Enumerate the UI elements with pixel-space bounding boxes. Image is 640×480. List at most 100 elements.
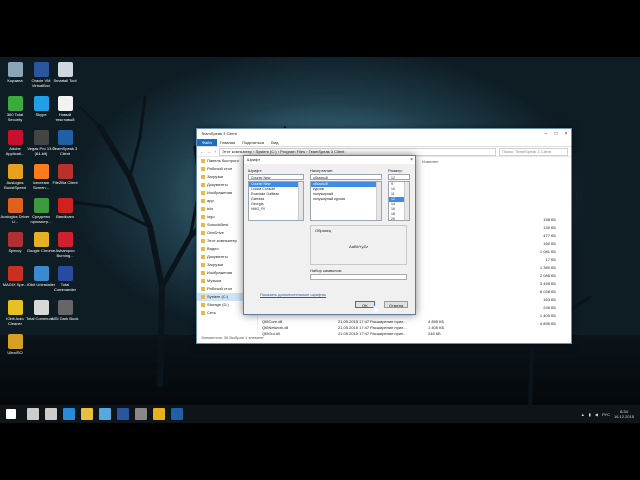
font-dialog[interactable]: Шрифт × Шрифт: Начертание: Размер: Couri… bbox=[243, 155, 416, 315]
font-name-input[interactable]: Courier New bbox=[248, 174, 304, 180]
size-list[interactable]: 9 10 11 12 14 16 18 20 bbox=[388, 181, 410, 221]
folder-icon bbox=[201, 263, 205, 267]
column-modified[interactable]: Изменен bbox=[422, 159, 438, 164]
ribbon: Файл Главная Поделиться Вид bbox=[197, 138, 571, 147]
app-icon bbox=[33, 300, 49, 315]
dialog-title-bar[interactable]: Шрифт × bbox=[244, 156, 415, 164]
app-icon bbox=[57, 130, 73, 145]
file-name: Qt5Core.dll bbox=[262, 319, 283, 324]
font-list[interactable]: Courier New Lucida Console Evanlake Galile… bbox=[248, 181, 304, 221]
tab-view[interactable]: Вид bbox=[271, 140, 278, 145]
app-icon bbox=[57, 96, 73, 111]
style-list-item[interactable]: полужирный курсив bbox=[311, 197, 381, 202]
app-icon bbox=[57, 266, 73, 281]
nav-item-label: Этот компьютер bbox=[207, 238, 237, 243]
sample-label: Образец bbox=[315, 228, 332, 233]
file-type: Расширение прил... bbox=[370, 319, 407, 324]
notification-icon[interactable]: ▲ bbox=[581, 412, 585, 417]
app-icon bbox=[7, 130, 23, 145]
start-icon[interactable] bbox=[6, 409, 16, 419]
breadcrumb-this-pc[interactable]: Этот компьютер bbox=[222, 149, 252, 154]
forward-icon[interactable]: → bbox=[207, 149, 211, 154]
app-icon bbox=[7, 198, 23, 213]
nav-item-label: Документы bbox=[207, 182, 228, 187]
app-icon bbox=[7, 300, 23, 315]
breadcrumb-system-c[interactable]: System (C:) bbox=[255, 149, 276, 154]
app-icon bbox=[7, 96, 23, 111]
chrome-icon[interactable] bbox=[153, 408, 165, 420]
tab-share[interactable]: Поделиться bbox=[242, 140, 264, 145]
style-list[interactable]: обычный курсив полужирный полужирный курсив bbox=[310, 181, 382, 221]
app-icon bbox=[7, 232, 23, 247]
charset-label: Набор символов: bbox=[310, 268, 343, 273]
desktop-icon[interactable]: Ashampoo Burning... bbox=[50, 232, 80, 258]
folder-icon bbox=[201, 295, 205, 299]
charset-select[interactable] bbox=[310, 274, 407, 280]
explorer-icon[interactable] bbox=[81, 408, 93, 420]
status-bar: Элементов: 36 Выбран 1 элемент bbox=[201, 335, 264, 340]
network-icon[interactable]: ▮ bbox=[589, 412, 591, 417]
font-size-input[interactable]: 12 bbox=[388, 174, 410, 180]
breadcrumb-teamspeak[interactable]: TeamSpeak 3 Client bbox=[309, 149, 345, 154]
app-icon bbox=[33, 130, 49, 145]
desktop-icon[interactable]: Bandicam bbox=[50, 198, 80, 219]
show-more-fonts-link[interactable]: Показать дополнительные шрифты bbox=[260, 292, 326, 297]
app-icon bbox=[33, 96, 49, 111]
app-icon bbox=[57, 300, 73, 315]
desktop-icon-label: FileZilla Client bbox=[52, 180, 78, 185]
style-list-scrollbar[interactable] bbox=[376, 182, 381, 220]
edge-icon[interactable] bbox=[63, 408, 75, 420]
nav-item-label: Сеть bbox=[207, 310, 216, 315]
desktop-icon[interactable]: FileZilla Client bbox=[50, 164, 80, 185]
language-indicator[interactable]: РУС bbox=[602, 412, 610, 417]
nav-item-label: bilo bbox=[207, 206, 214, 211]
search-input[interactable]: Поиск: TeamSpeak 3 Client bbox=[499, 147, 568, 156]
app-icon bbox=[33, 198, 49, 213]
font-list-item[interactable]: HMG_Fil bbox=[249, 207, 303, 212]
desktop-icon[interactable]: UltraISO bbox=[0, 334, 30, 355]
task-view-icon[interactable] bbox=[45, 408, 57, 420]
app-icon bbox=[57, 164, 73, 179]
game-icon[interactable] bbox=[135, 408, 147, 420]
nav-item-label: Панель быстрого bbox=[207, 158, 239, 163]
tab-home[interactable]: Главная bbox=[220, 140, 235, 145]
desktop-icon[interactable]: TeamSpeak 3 Client bbox=[50, 130, 80, 156]
minimize-icon[interactable]: – bbox=[541, 131, 551, 137]
app-icon bbox=[7, 164, 23, 179]
close-icon[interactable]: × bbox=[561, 131, 571, 137]
volume-icon[interactable]: ◀ bbox=[595, 412, 598, 417]
search-icon[interactable] bbox=[27, 408, 39, 420]
store-icon[interactable] bbox=[99, 408, 111, 420]
folder-icon bbox=[201, 199, 205, 203]
nav-item-label: Рабочий стол bbox=[207, 166, 233, 171]
desktop-icon[interactable]: Новый текстовый bbox=[50, 96, 80, 122]
cancel-button[interactable]: Отмена bbox=[384, 301, 408, 308]
breadcrumb-program-files[interactable]: Program Files bbox=[280, 149, 305, 154]
desktop-icon-label: Новый текстовый bbox=[55, 112, 75, 122]
system-tray: ▲ ▮ ◀ РУС 8:34 16.12.2015 bbox=[581, 409, 640, 419]
folder-icon bbox=[201, 183, 205, 187]
maximize-icon[interactable]: □ bbox=[551, 131, 561, 137]
app-icon bbox=[7, 334, 23, 349]
virtualbox-icon[interactable] bbox=[117, 408, 129, 420]
desktop-icon[interactable]: Smartall Tool bbox=[50, 62, 80, 83]
folder-icon bbox=[201, 255, 205, 259]
clock[interactable]: 8:34 16.12.2015 bbox=[614, 409, 634, 419]
folder-icon bbox=[201, 159, 205, 163]
desktop-icon[interactable]: Total Commander bbox=[50, 266, 80, 292]
font-style-input[interactable]: обычный bbox=[310, 174, 382, 180]
tab-file[interactable]: Файл bbox=[197, 138, 217, 146]
size-list-scrollbar[interactable] bbox=[404, 182, 409, 220]
nav-item-label: Изображения bbox=[207, 270, 233, 275]
desktop-icon[interactable]: MSI Dark Book bbox=[50, 300, 80, 321]
dialog-close-icon[interactable]: × bbox=[410, 156, 413, 164]
teamspeak-icon[interactable] bbox=[171, 408, 183, 420]
app-icon bbox=[57, 62, 73, 77]
up-icon[interactable]: ↑ bbox=[214, 149, 216, 154]
explorer-title-bar[interactable]: TeamSpeak 3 Client – □ × bbox=[197, 129, 571, 138]
back-icon[interactable]: ← bbox=[200, 149, 204, 154]
font-list-scrollbar[interactable] bbox=[298, 182, 303, 220]
folder-icon bbox=[201, 271, 205, 275]
folder-icon bbox=[201, 287, 205, 291]
file-date: 21.05.2015 17:47 bbox=[338, 325, 370, 330]
